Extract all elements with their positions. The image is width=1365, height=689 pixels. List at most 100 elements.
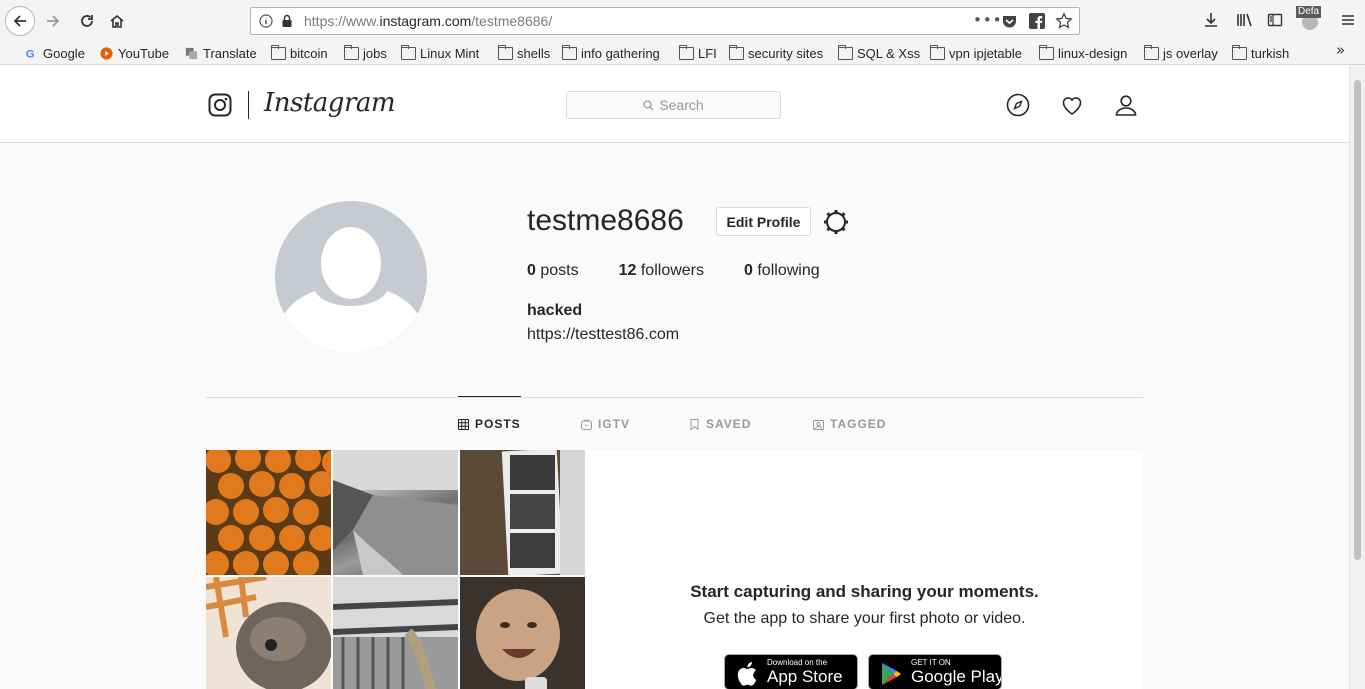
tab-label: SAVED (706, 417, 752, 431)
following-link[interactable]: 0 following (744, 262, 820, 280)
search-input[interactable]: Search (566, 91, 781, 119)
lock-icon[interactable] (280, 14, 294, 28)
oranges-photo (206, 450, 331, 575)
photo-tile-coast (333, 450, 458, 575)
sidebar-button[interactable] (1264, 9, 1286, 31)
default-avatar-icon (275, 201, 427, 353)
info-icon[interactable] (259, 14, 273, 28)
downloads-button[interactable] (1200, 9, 1222, 31)
tab-igtv[interactable]: IGTV (581, 417, 630, 431)
profile-stats: 0 posts 12 followers 0 following (527, 262, 860, 280)
balconies-photo (333, 577, 458, 689)
photo-tile-dog (206, 577, 331, 689)
instagram-logo[interactable]: Instagram (264, 88, 396, 118)
instagram-page: Instagram Search testme8686 Edit Profile (0, 66, 1349, 689)
tab-tagged[interactable]: TAGGED (813, 417, 886, 431)
bookmark-google[interactable]: G Google (24, 43, 85, 63)
bookmark-label: linux-design (1058, 45, 1128, 61)
tab-label: IGTV (598, 417, 631, 431)
activity-heart-icon[interactable] (1060, 93, 1084, 117)
folder-icon (930, 44, 945, 60)
google-play-icon (882, 663, 901, 685)
photo-tile-balconies (333, 577, 458, 689)
bookmark-folder[interactable]: linux-design (1039, 43, 1127, 63)
menu-button[interactable] (1337, 9, 1359, 31)
photobooth-photo (460, 450, 585, 575)
browser-profile-button[interactable]: Defa (1296, 6, 1324, 32)
profile-avatar[interactable] (275, 201, 427, 353)
bookmark-label: Translate (203, 45, 257, 61)
facebook-container-icon[interactable] (1029, 13, 1045, 29)
home-button[interactable] (104, 8, 130, 34)
bookmark-label: SQL & Xss (857, 45, 921, 61)
url-text[interactable]: https://www.instagram.com/testme8686/ (304, 13, 552, 29)
settings-gear-icon[interactable] (823, 209, 849, 235)
bookmark-folder[interactable]: bitcoin (271, 43, 328, 63)
page-actions-button[interactable]: ••• (973, 12, 1002, 30)
bookmark-label: security sites (748, 45, 824, 61)
profile-website-link[interactable]: https://testtest86.com (527, 326, 679, 344)
bookmark-folder[interactable]: vpn ipjetable (930, 43, 1022, 63)
dog-photo (206, 577, 331, 689)
apple-icon (737, 662, 757, 686)
grid-icon (458, 418, 469, 430)
profile-full-name: hacked (527, 302, 583, 319)
url-bar[interactable]: https://www.instagram.com/testme8686/ ••… (250, 7, 1080, 35)
posts-count: 0 posts (527, 262, 579, 279)
bookmark-label: js overlay (1163, 45, 1218, 61)
page-scrollbar[interactable] (1349, 66, 1365, 689)
bookmark-label: vpn ipjetable (949, 45, 1022, 61)
promo-title: Start capturing and sharing your moments… (690, 582, 1039, 601)
sample-photo-grid (206, 450, 586, 689)
pocket-icon[interactable] (1001, 13, 1018, 30)
profile-username: testme8686 (527, 204, 684, 237)
bookmark-folder[interactable]: info gathering (562, 43, 660, 63)
photo-tile-photobooth (460, 450, 585, 575)
browser-toolbar: https://www.instagram.com/testme8686/ ••… (0, 0, 1365, 40)
followers-link[interactable]: 12 followers (619, 262, 704, 280)
bookmark-label: turkish (1251, 45, 1290, 61)
translate-icon (185, 47, 198, 59)
bookmark-translate[interactable]: Translate (184, 43, 257, 63)
header-divider (248, 91, 249, 119)
library-button[interactable] (1234, 9, 1256, 31)
tabs-divider (206, 397, 1143, 398)
folder-icon (1232, 44, 1247, 60)
back-button[interactable] (5, 6, 35, 36)
bookmark-folder[interactable]: LFI (679, 43, 717, 63)
bookmark-youtube[interactable]: YouTube (99, 43, 169, 63)
bookmark-folder[interactable]: SQL & Xss (838, 43, 920, 63)
search-placeholder: Search (659, 97, 704, 113)
bookmark-folder[interactable]: shells (498, 43, 550, 63)
google-play-small-text: GET IT ON (911, 658, 951, 667)
bookmark-folder[interactable]: turkish (1232, 43, 1289, 63)
tagged-user-icon (813, 419, 824, 430)
folder-icon (729, 44, 744, 60)
bookmark-star-icon[interactable] (1055, 12, 1073, 30)
bookmarks-overflow-button[interactable]: » (1336, 41, 1345, 59)
svg-text:G: G (26, 48, 35, 60)
instagram-camera-icon[interactable] (208, 93, 232, 117)
app-store-button[interactable]: Download on the App Store (724, 654, 858, 689)
forward-button[interactable] (40, 8, 66, 34)
folder-icon (838, 44, 853, 60)
tab-saved[interactable]: SAVED (689, 417, 751, 431)
edit-profile-button[interactable]: Edit Profile (716, 207, 811, 236)
tab-posts[interactable]: POSTS (458, 417, 521, 431)
explore-compass-icon[interactable] (1006, 93, 1030, 117)
arrow-left-icon (13, 15, 26, 27)
scrollbar-thumb[interactable] (1354, 80, 1361, 560)
bookmark-folder[interactable]: Linux Mint (401, 43, 479, 63)
igtv-icon (581, 418, 592, 430)
library-icon (1237, 13, 1252, 27)
bookmark-folder[interactable]: jobs (344, 43, 387, 63)
bookmark-folder[interactable]: js overlay (1144, 43, 1218, 63)
home-icon (110, 14, 124, 28)
download-icon (1205, 13, 1217, 27)
profile-user-icon[interactable] (1114, 93, 1138, 117)
bookmark-label: shells (517, 45, 551, 61)
google-play-button[interactable]: GET IT ON Google Play (868, 654, 1002, 689)
tab-label: POSTS (475, 417, 521, 431)
bookmark-folder[interactable]: security sites (729, 43, 823, 63)
reload-button[interactable] (74, 8, 100, 34)
